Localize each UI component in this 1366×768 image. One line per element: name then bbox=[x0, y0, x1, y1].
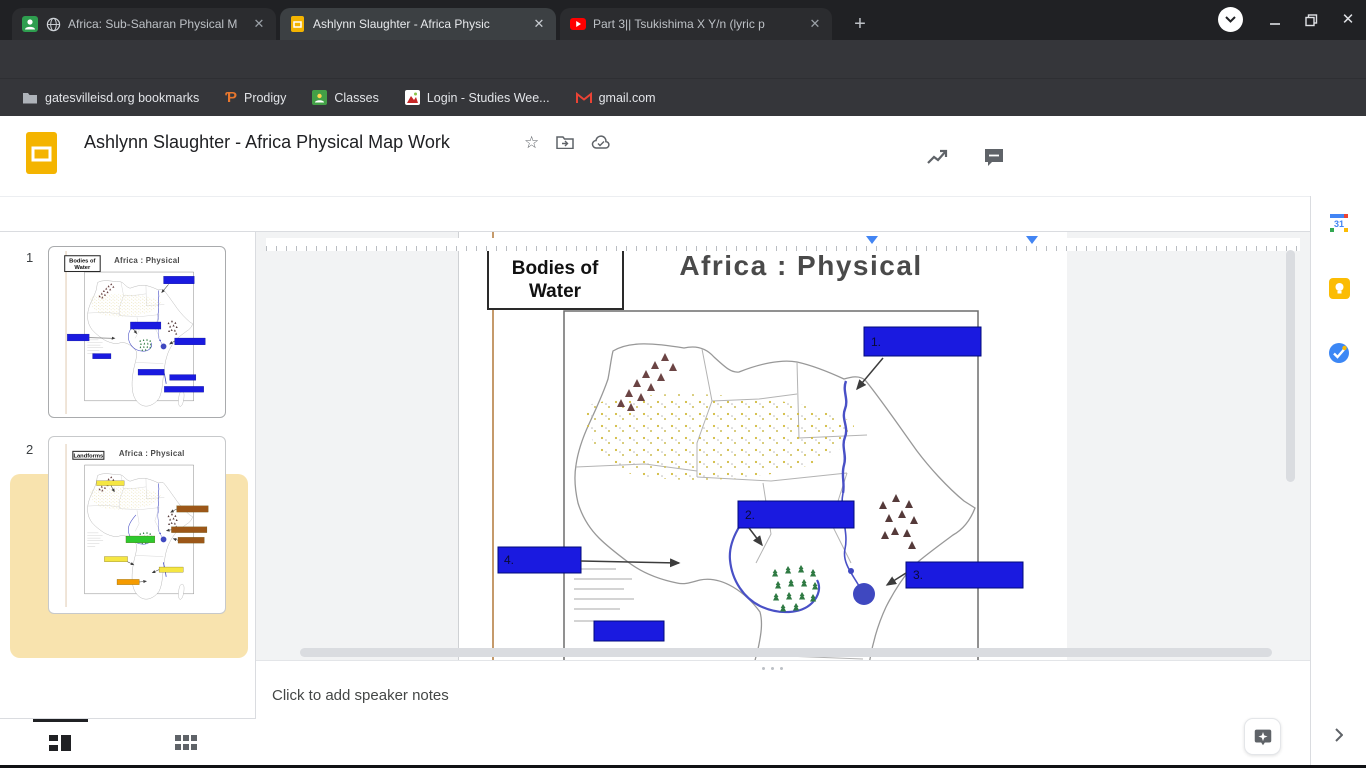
slides-toolbar: + ▼ ↶ ↷ ▼ ▼ ▼ bbox=[0, 196, 1310, 232]
slide-thumbnail-2[interactable]: Landforms Africa : Physical bbox=[48, 436, 226, 614]
classes-icon bbox=[312, 90, 327, 105]
slide-number: 1 bbox=[26, 250, 33, 265]
google-tasks-icon[interactable] bbox=[1328, 342, 1350, 364]
svg-text:Africa : Physical: Africa : Physical bbox=[119, 449, 185, 458]
slide-canvas-area: Bodies of Water Africa : Physical 1. 2. bbox=[256, 232, 1310, 660]
slides-header: Ashlynn Slaughter - Africa Physical Map … bbox=[0, 116, 1366, 196]
svg-text:Water: Water bbox=[74, 264, 91, 270]
label-box-5[interactable] bbox=[594, 621, 664, 641]
slide-filmstrip: 1 Bodies of Water Africa : Physical bbox=[0, 232, 256, 718]
document-activity-icon[interactable] bbox=[920, 140, 954, 174]
label-box-3[interactable]: 3. bbox=[887, 562, 1023, 588]
gmail-icon bbox=[576, 92, 592, 104]
side-panel: 31 bbox=[1310, 196, 1366, 768]
slide-thumbnail-1[interactable]: Bodies of Water Africa : Physical bbox=[48, 246, 226, 418]
svg-text:Water: Water bbox=[529, 281, 582, 302]
bookmarks-bar: gatesvilleisd.org bookmarks Ƥ Prodigy Cl… bbox=[0, 78, 1366, 116]
globe-icon bbox=[45, 16, 61, 32]
grid-view-button[interactable] bbox=[172, 731, 200, 755]
tab-youtube[interactable]: Part 3|| Tsukishima X Y/n (lyric p ✕ bbox=[560, 8, 832, 40]
slide-number: 2 bbox=[26, 442, 33, 457]
tab-slides-active[interactable]: Ashlynn Slaughter - Africa Physic ✕ bbox=[280, 8, 556, 40]
comment-history-icon[interactable] bbox=[977, 140, 1011, 174]
folder-icon bbox=[22, 91, 38, 104]
vertical-scrollbar[interactable] bbox=[1286, 250, 1295, 482]
slide-2-thumb-art: Landforms Africa : Physical bbox=[57, 444, 217, 607]
view-toggle-bar bbox=[0, 718, 256, 765]
tab-title: Africa: Sub-Saharan Physical M bbox=[68, 17, 243, 31]
google-slides-favicon bbox=[290, 16, 306, 32]
svg-text:Africa : Physical: Africa : Physical bbox=[114, 256, 180, 265]
tab-strip: Africa: Sub-Saharan Physical M ✕ Ashlynn… bbox=[0, 0, 1366, 40]
media-controls-button[interactable] bbox=[1218, 7, 1243, 32]
bookmark-studies-weekly[interactable]: Login - Studies Wee... bbox=[405, 90, 550, 105]
horizontal-ruler bbox=[266, 238, 1300, 251]
speaker-notes-placeholder[interactable]: Click to add speaker notes bbox=[272, 687, 449, 704]
cloud-saved-icon[interactable] bbox=[591, 135, 611, 149]
bookmark-prodigy[interactable]: Ƥ Prodigy bbox=[225, 89, 286, 106]
svg-text:Bodies of: Bodies of bbox=[69, 258, 95, 264]
ruler-indent-marker[interactable] bbox=[1026, 236, 1038, 244]
ruler-indent-marker[interactable] bbox=[866, 236, 878, 244]
slide-1-thumb-art: Bodies of Water Africa : Physical bbox=[57, 251, 217, 414]
move-folder-icon[interactable] bbox=[556, 135, 574, 149]
bookmark-folder[interactable]: gatesvilleisd.org bookmarks bbox=[22, 91, 199, 105]
bookmark-classes[interactable]: Classes bbox=[312, 90, 378, 105]
tab-africa-subsaharan[interactable]: Africa: Sub-Saharan Physical M ✕ bbox=[12, 8, 276, 40]
notes-resize-handle[interactable] bbox=[762, 667, 783, 670]
title-text-box[interactable]: Bodies of Water bbox=[488, 249, 623, 309]
speaker-notes-area[interactable]: Click to add speaker notes bbox=[256, 660, 1310, 765]
svg-text:1.: 1. bbox=[871, 335, 881, 349]
google-keep-icon[interactable] bbox=[1328, 277, 1350, 299]
window-minimize-button[interactable] bbox=[1266, 12, 1284, 28]
youtube-icon bbox=[570, 16, 586, 32]
slide-editor-surface[interactable]: Bodies of Water Africa : Physical 1. 2. bbox=[458, 232, 1066, 660]
slides-logo-icon[interactable] bbox=[26, 132, 57, 179]
tab-title: Part 3|| Tsukishima X Y/n (lyric p bbox=[593, 17, 799, 31]
document-title[interactable]: Ashlynn Slaughter - Africa Physical Map … bbox=[84, 132, 450, 153]
svg-text:2.: 2. bbox=[745, 508, 755, 522]
prodigy-icon: Ƥ bbox=[225, 89, 237, 106]
new-tab-button[interactable]: + bbox=[846, 10, 874, 38]
star-document-icon[interactable]: ☆ bbox=[524, 133, 539, 153]
tab-close-icon[interactable]: ✕ bbox=[250, 15, 268, 33]
svg-text:Landforms: Landforms bbox=[73, 453, 103, 459]
tab-title: Ashlynn Slaughter - Africa Physic bbox=[313, 17, 523, 31]
tab-close-icon[interactable]: ✕ bbox=[806, 15, 824, 33]
horizontal-scrollbar[interactable] bbox=[300, 648, 1272, 657]
browser-toolbar: ← → docs.google.com /presentation/d/15Lp… bbox=[0, 40, 1366, 78]
slide-1-content: Bodies of Water Africa : Physical 1. 2. bbox=[459, 232, 1067, 660]
google-calendar-icon[interactable]: 31 bbox=[1328, 212, 1350, 234]
slide-heading[interactable]: Africa : Physical bbox=[679, 250, 922, 281]
window-restore-button[interactable] bbox=[1302, 11, 1320, 29]
svg-text:31: 31 bbox=[1334, 219, 1344, 229]
window-close-button[interactable]: ✕ bbox=[1339, 10, 1357, 28]
filmstrip-view-button[interactable] bbox=[46, 731, 74, 755]
collapse-panel-chevron-icon[interactable] bbox=[1325, 722, 1351, 748]
svg-text:3.: 3. bbox=[913, 568, 923, 582]
tab-close-icon[interactable]: ✕ bbox=[530, 15, 548, 33]
active-view-indicator bbox=[33, 719, 88, 722]
svg-text:4.: 4. bbox=[504, 553, 514, 567]
svg-text:Bodies of: Bodies of bbox=[512, 258, 599, 279]
browser-window: Africa: Sub-Saharan Physical M ✕ Ashlynn… bbox=[0, 0, 1366, 768]
explore-sparkle-icon bbox=[1252, 726, 1274, 748]
explore-button[interactable] bbox=[1244, 718, 1281, 755]
bookmark-gmail[interactable]: gmail.com bbox=[576, 91, 656, 105]
profile-avatar-icon bbox=[22, 16, 38, 32]
studies-weekly-icon bbox=[405, 90, 420, 105]
